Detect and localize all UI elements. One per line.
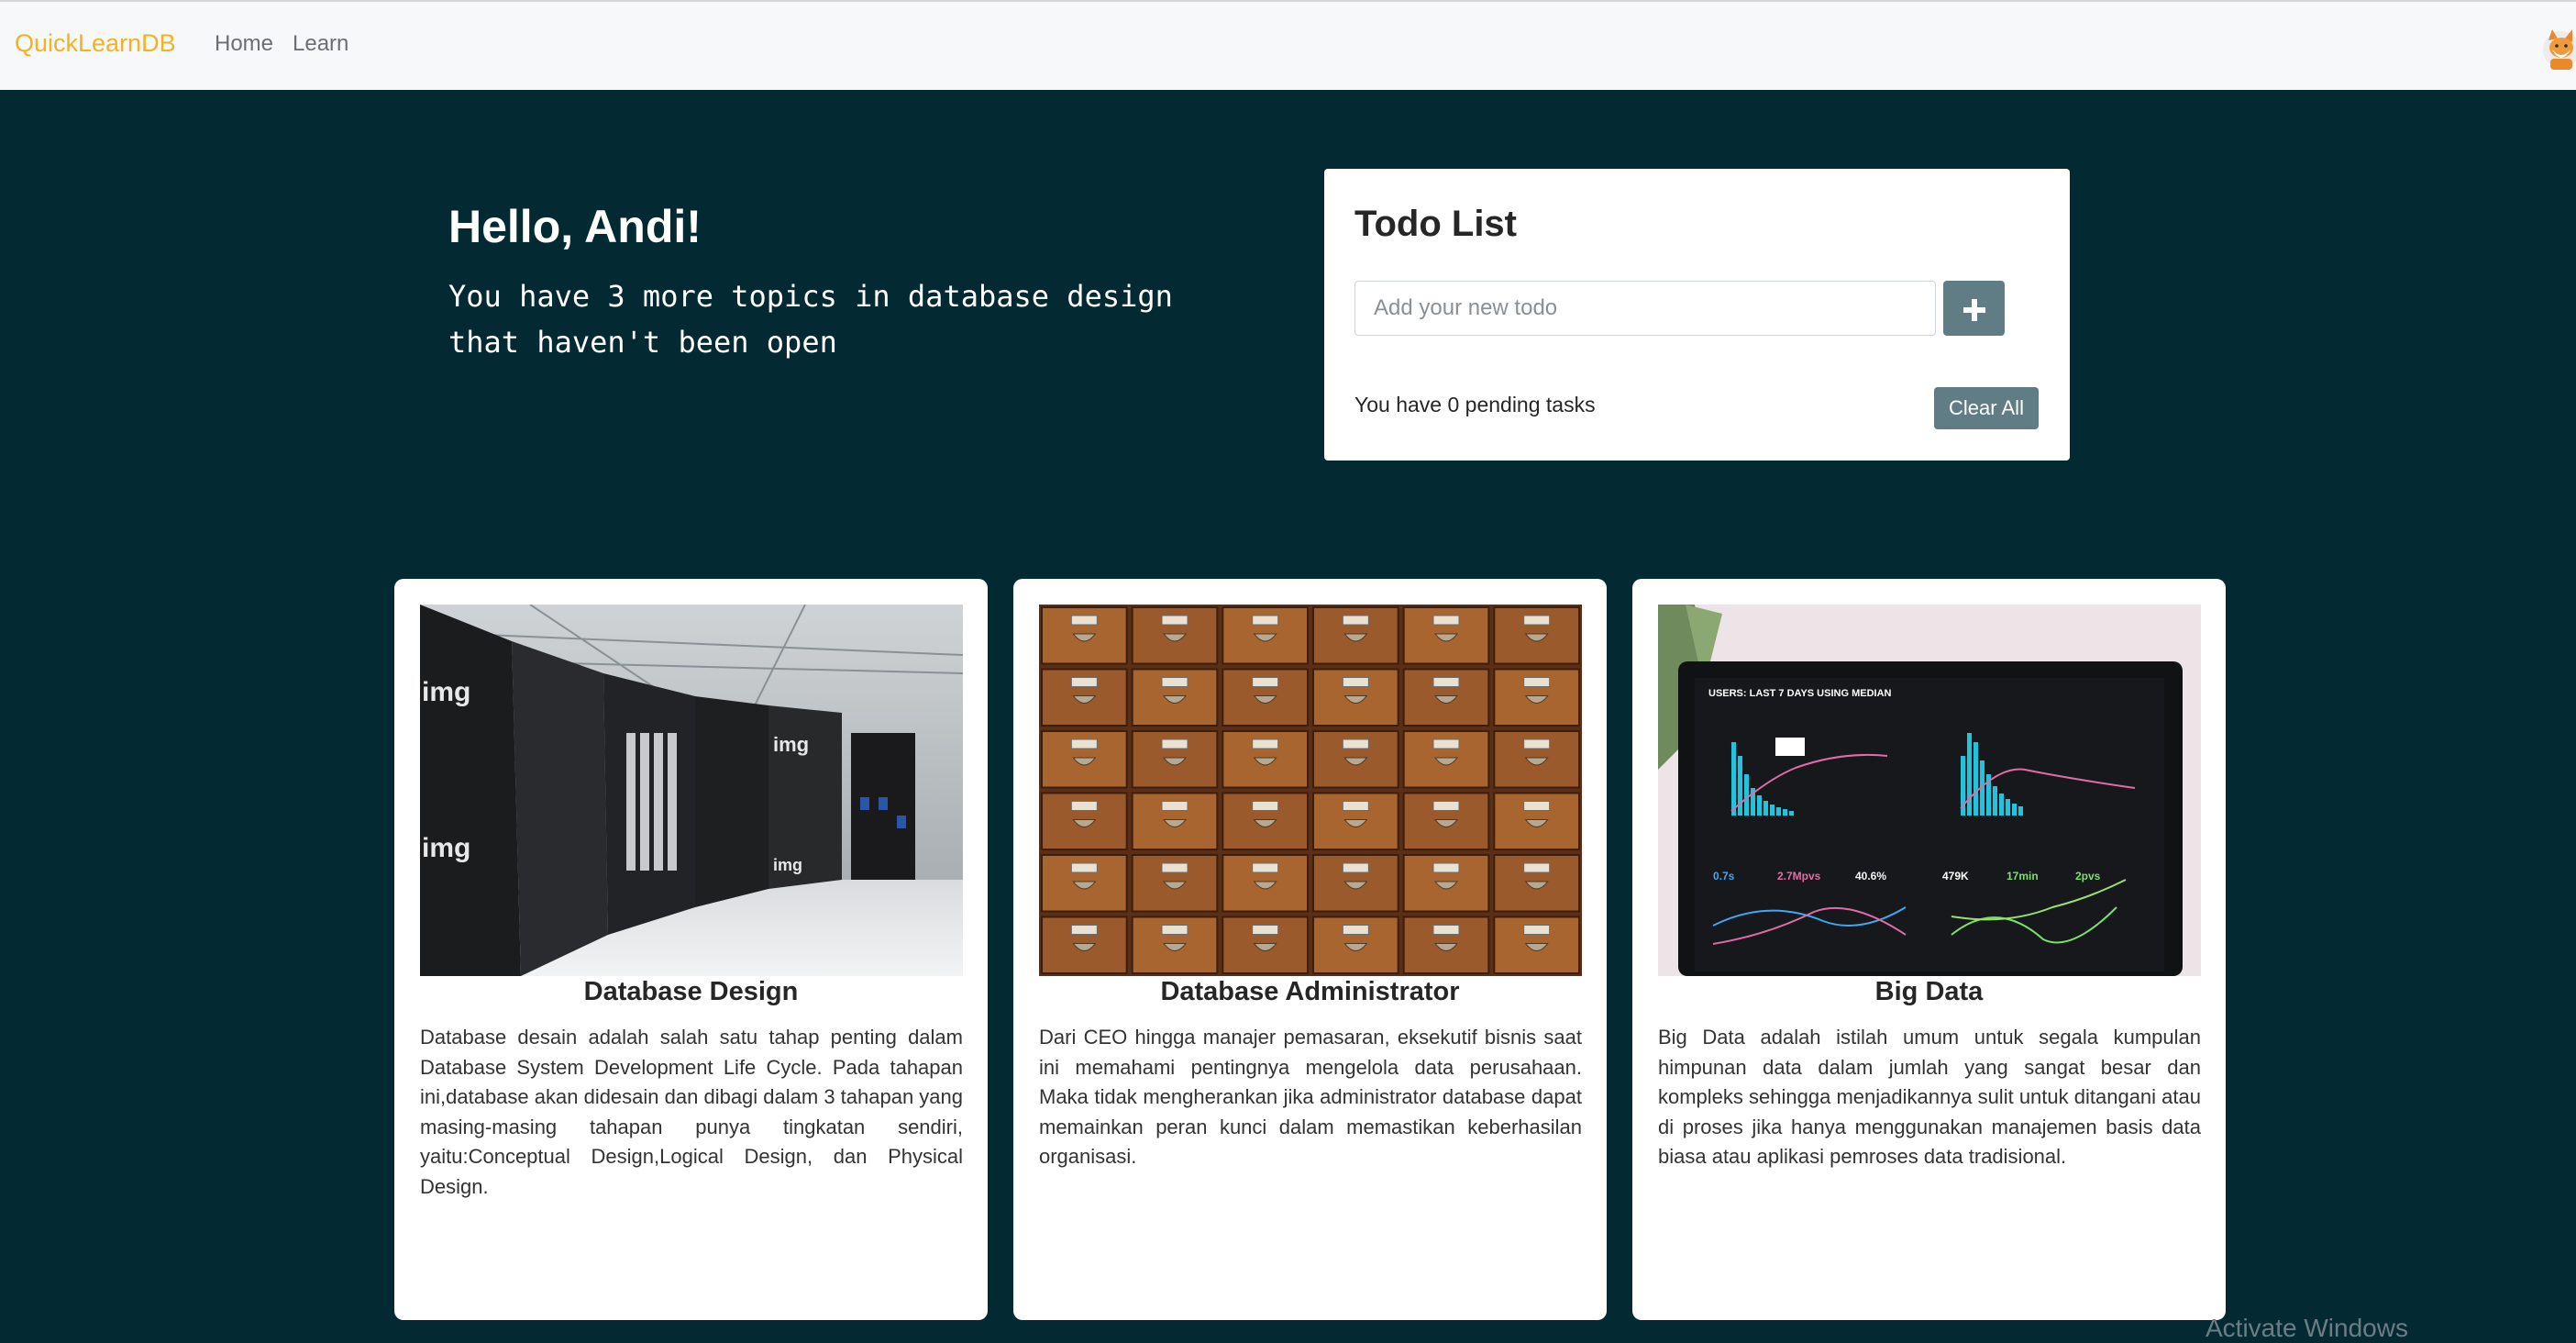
os-watermark: Activate Windows [2206, 1314, 2408, 1342]
user-avatar[interactable] [2534, 24, 2576, 72]
svg-text:40.6%: 40.6% [1855, 870, 1886, 882]
svg-text:2.7Mpvs: 2.7Mpvs [1777, 870, 1821, 882]
card-image-server-room: img img img img [420, 605, 963, 976]
card-title: Database Administrator [1160, 977, 1460, 1006]
svg-text:17min: 17min [2007, 870, 2039, 882]
brand-logo-link[interactable]: QuickLearnDB [15, 29, 176, 58]
svg-text:0.7s: 0.7s [1713, 870, 1735, 882]
plus-icon [1962, 299, 1985, 322]
todo-card: Todo List You have 0 pending tasks Clear… [1324, 169, 2070, 461]
greeting-heading: Hello, Andi! [448, 201, 702, 252]
navbar: QuickLearnDB Home Learn [0, 0, 2576, 90]
card-description: Big Data adalah istilah umum untuk segal… [1658, 1026, 2201, 1168]
clear-all-button[interactable]: Clear All [1934, 387, 2039, 429]
svg-text:2pvs: 2pvs [2075, 870, 2101, 882]
svg-text:img: img [422, 833, 470, 863]
svg-text:479K: 479K [1942, 870, 1969, 882]
pending-tasks-text: You have 0 pending tasks [1354, 393, 1596, 416]
card-title: Database Design [583, 977, 799, 1006]
card-title: Big Data [1874, 977, 1984, 1006]
hero-subtitle: You have 3 more topics in database desig… [448, 279, 1173, 360]
todo-input[interactable] [1354, 281, 1936, 336]
svg-text:img: img [773, 856, 802, 874]
card-description: Dari CEO hingga manajer pemasaran, eksek… [1039, 1026, 1582, 1168]
topic-card-database-design[interactable]: img img img img Database Design Database… [394, 579, 988, 1320]
card-image-analytics-laptop: USERS: LAST 7 DAYS USING MEDIAN 0.7s 2.7… [1658, 605, 2201, 976]
fox-avatar-icon [2543, 29, 2576, 70]
card-image-catalog-drawers [1039, 605, 1582, 976]
add-todo-button[interactable] [1943, 281, 2005, 336]
svg-text:img: img [422, 677, 470, 707]
nav-link-learn[interactable]: Learn [293, 31, 348, 57]
svg-text:USERS: LAST 7 DAYS USING MEDIA: USERS: LAST 7 DAYS USING MEDIAN [1708, 688, 1892, 699]
topic-card-big-data[interactable]: USERS: LAST 7 DAYS USING MEDIAN 0.7s 2.7… [1632, 579, 2226, 1320]
topic-card-database-administrator[interactable]: Database Administrator Dari CEO hingga m… [1013, 579, 1607, 1320]
card-description: Database desain adalah salah satu tahap … [420, 1026, 964, 1198]
nav-link-home[interactable]: Home [215, 31, 273, 57]
todo-title: Todo List [1354, 204, 1517, 244]
svg-text:img: img [773, 733, 809, 756]
